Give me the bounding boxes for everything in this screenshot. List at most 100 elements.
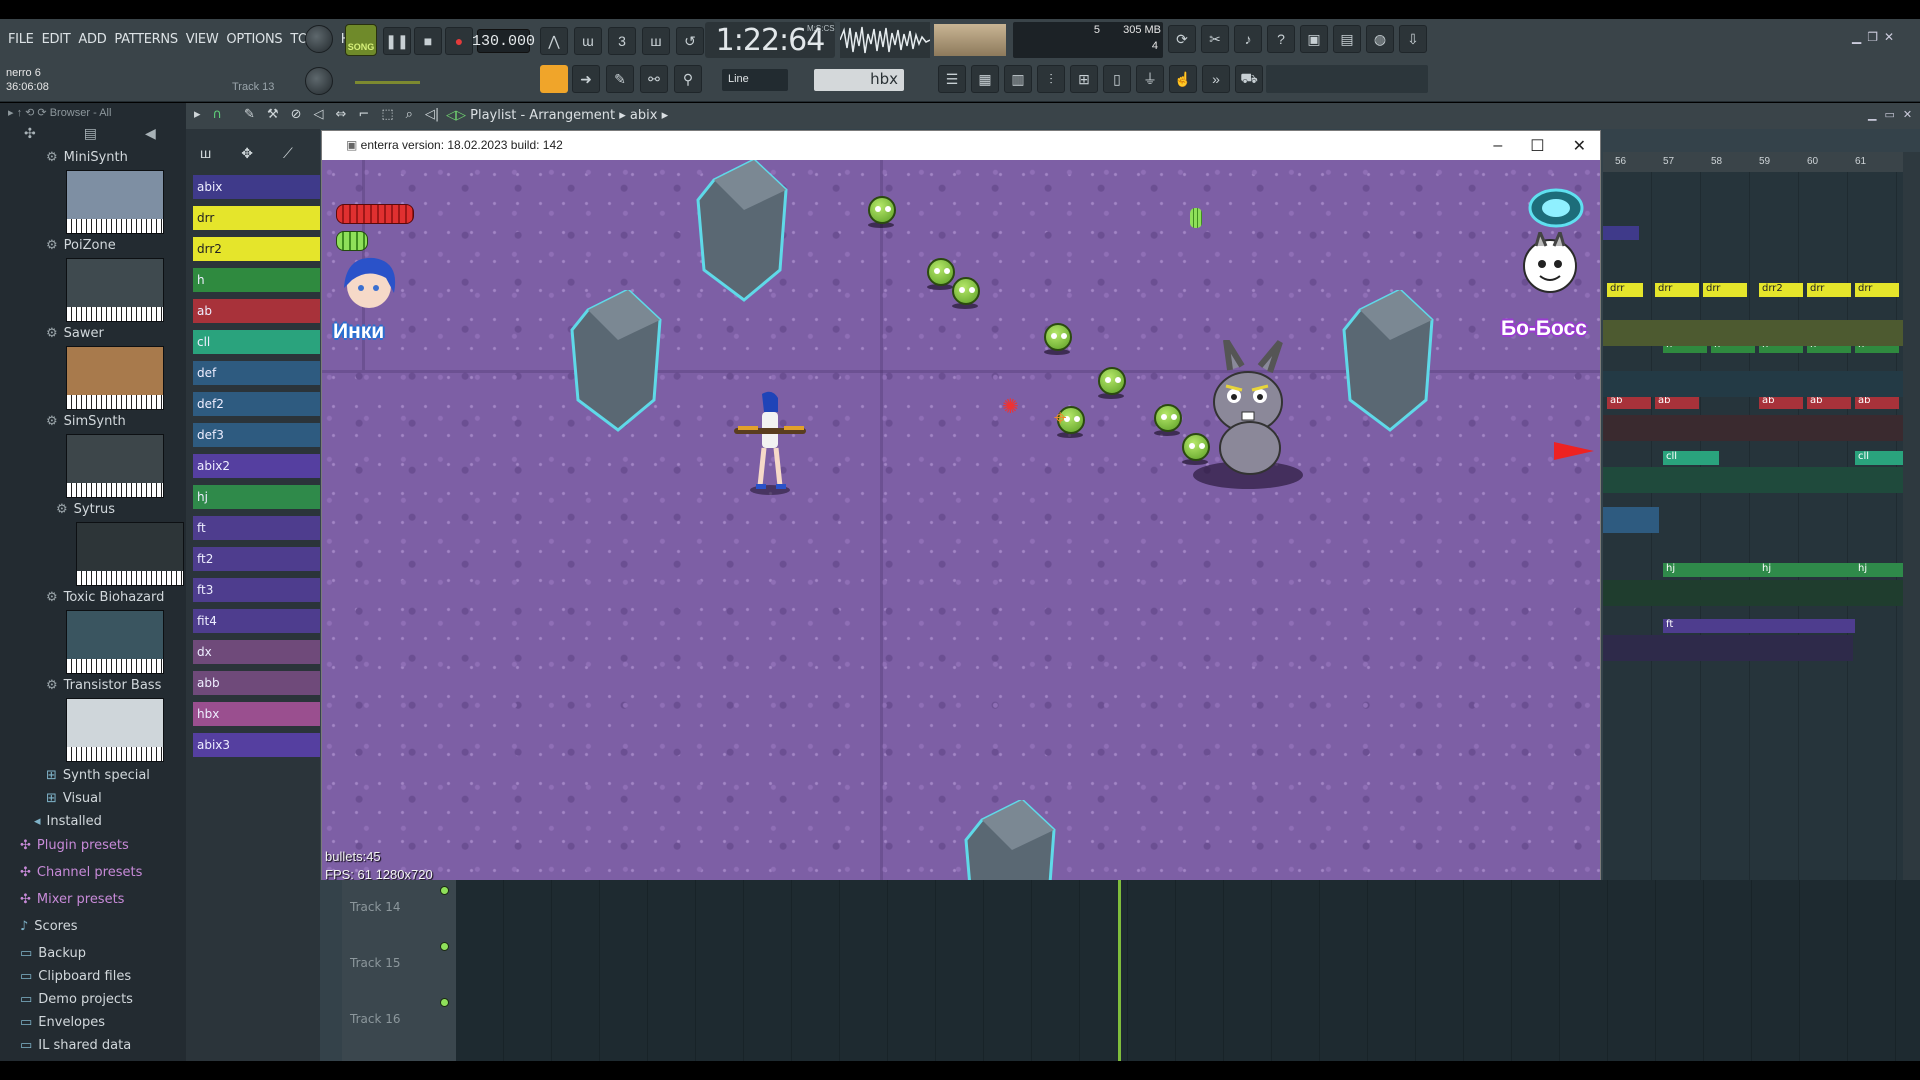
playlist-clip[interactable]: hj	[1759, 563, 1855, 577]
game-scene[interactable]: Инки Бо-Босс ✺ ⌖ bullets:45 FPS: 61 1280…	[322, 160, 1600, 880]
countdown-button[interactable]: 3	[608, 27, 636, 55]
plugin-item[interactable]: ⚙ PoiZone	[46, 238, 116, 253]
doc-icon[interactable]: ▤	[84, 125, 97, 142]
plugin-item[interactable]: ⚙ SimSynth	[46, 414, 126, 429]
macro-button[interactable]: »	[1202, 65, 1230, 93]
paint-icon[interactable]: ⚒	[267, 107, 279, 122]
folder-item[interactable]: ✣ Channel presets	[20, 865, 142, 880]
playlist-clip[interactable]: ab	[1759, 395, 1803, 409]
undo-history-button[interactable]: ⟳	[1168, 25, 1196, 53]
record-button[interactable]: ●	[445, 27, 473, 55]
playback-icon[interactable]: ◁|	[425, 107, 439, 122]
stop-button[interactable]: ■	[414, 27, 442, 55]
maximize-icon[interactable]: ▭	[1884, 108, 1894, 121]
minimize-icon[interactable]: ▁	[1852, 30, 1861, 44]
pattern-item[interactable]: ft3	[193, 578, 320, 602]
master-slider[interactable]	[355, 81, 420, 84]
pattern-item[interactable]: ft	[193, 516, 320, 540]
master-pitch-knob[interactable]	[305, 67, 333, 95]
pattern-item[interactable]: h	[193, 268, 320, 292]
pencil-icon[interactable]: ✎	[244, 107, 255, 122]
link-button[interactable]: ⚯	[640, 65, 668, 93]
folder-item[interactable]: ▭ Envelopes	[20, 1015, 105, 1030]
piano-roll-button[interactable]: ▦	[971, 65, 999, 93]
track-mute-led[interactable]	[440, 942, 449, 951]
playlist-clip[interactable]: ab	[1807, 395, 1851, 409]
magnet-icon[interactable]: ∩	[213, 107, 223, 122]
restore-icon[interactable]: ❐	[1867, 30, 1878, 44]
zoom-icon[interactable]: ⌕	[406, 107, 413, 122]
wait-input-button[interactable]: ɯ	[574, 27, 602, 55]
pattern-item[interactable]: drr2	[193, 237, 320, 261]
mixer-button[interactable]: ⫶	[1037, 65, 1065, 93]
pattern-item[interactable]: abix2	[193, 454, 320, 478]
pattern-item[interactable]: ab	[193, 299, 320, 323]
menu-add[interactable]: ADD	[78, 32, 106, 47]
playlist-window-button[interactable]	[540, 65, 568, 93]
track-mute-led[interactable]	[440, 886, 449, 895]
playlist-clip[interactable]: drr	[1703, 283, 1747, 297]
playlist-clip[interactable]: hj	[1855, 563, 1903, 577]
playlist-clip[interactable]: drr	[1655, 283, 1699, 297]
draw-button[interactable]: ✎	[606, 65, 634, 93]
subfolder-item[interactable]: ⊞ Visual	[46, 791, 102, 806]
export-button[interactable]: ▤	[1333, 25, 1361, 53]
loop-record-button[interactable]: ↺	[676, 27, 704, 55]
playlist-button[interactable]: ☰	[938, 65, 966, 93]
pattern-select[interactable]: hbx	[814, 69, 904, 91]
mute-icon[interactable]: ◁	[314, 107, 324, 122]
subfolder-item[interactable]: ⊞ Synth special	[46, 768, 150, 783]
channel-rack-button[interactable]: ▥	[1004, 65, 1032, 93]
minimize-icon[interactable]: –	[1493, 137, 1502, 155]
plugin-db-button[interactable]: ⏚	[1136, 65, 1164, 93]
plugin-item[interactable]: ⚙ Toxic Biohazard	[46, 590, 164, 605]
select-icon[interactable]: ⬚	[381, 107, 393, 122]
menu-arrow-icon[interactable]: ▸	[194, 107, 201, 122]
master-volume-knob[interactable]	[305, 25, 333, 53]
folder-item[interactable]: ▭ IL shared data	[20, 1038, 131, 1053]
menu-file[interactable]: FILE	[8, 32, 34, 47]
browser-button[interactable]: ⊞	[1070, 65, 1098, 93]
chat-button[interactable]: ◍	[1366, 25, 1394, 53]
playlist-clip[interactable]: cll	[1663, 451, 1719, 465]
close-icon[interactable]: ✕	[1903, 108, 1912, 121]
shop-button[interactable]: ⛟	[1235, 65, 1263, 93]
pattern-item[interactable]: drr	[193, 206, 320, 230]
pattern-item[interactable]: hbx	[193, 702, 320, 726]
pattern-item[interactable]: hj	[193, 485, 320, 509]
tempo-tapper-button[interactable]: ☝	[1169, 65, 1197, 93]
delete-icon[interactable]: ⊘	[291, 107, 302, 122]
folder-item[interactable]: ▭ Demo projects	[20, 992, 133, 1007]
folder-item[interactable]: ✣ Plugin presets	[20, 838, 129, 853]
pattern-item[interactable]: dx	[193, 640, 320, 664]
plugin-item[interactable]: ⚙ Sytrus	[56, 502, 115, 517]
playlist-clip[interactable]: cll	[1855, 451, 1903, 465]
playlist-clip[interactable]: drr	[1607, 283, 1643, 297]
track-grid[interactable]	[456, 880, 1920, 1061]
record-audio-button[interactable]: ♪	[1234, 25, 1262, 53]
stamp-button[interactable]: ⚲	[674, 65, 702, 93]
pattern-item[interactable]: abix	[193, 175, 320, 199]
tempo-display[interactable]: 130.000	[472, 29, 535, 53]
menu-view[interactable]: VIEW	[186, 32, 219, 47]
close-icon[interactable]: ✕	[1573, 136, 1586, 156]
menu-options[interactable]: OPTIONS	[226, 32, 282, 47]
metronome-button[interactable]: ⋀	[540, 27, 568, 55]
plugin-item[interactable]: ⚙ Transistor Bass	[46, 678, 161, 693]
folder-item[interactable]: ♪ Scores	[20, 919, 77, 934]
playlist-clip[interactable]: ft	[1663, 619, 1855, 633]
menu-patterns[interactable]: PATTERNS	[114, 32, 178, 47]
minimize-icon[interactable]: ▁	[1868, 108, 1876, 121]
pattern-item[interactable]: abix3	[193, 733, 320, 757]
playlist-clip[interactable]: drr	[1807, 283, 1851, 297]
menu-edit[interactable]: EDIT	[42, 32, 71, 47]
save-button[interactable]: ▣	[1300, 25, 1328, 53]
speaker-icon[interactable]: ◀	[145, 125, 156, 142]
playlist-clip[interactable]: drr2	[1759, 283, 1803, 297]
pattern-item[interactable]: abb	[193, 671, 320, 695]
next-button[interactable]: ➜	[572, 65, 600, 93]
snap-select[interactable]: Line	[722, 69, 788, 91]
news-panel[interactable]	[1266, 65, 1428, 93]
subfolder-item[interactable]: ◂ Installed	[34, 814, 102, 829]
move-icon[interactable]: ✥	[241, 145, 253, 162]
